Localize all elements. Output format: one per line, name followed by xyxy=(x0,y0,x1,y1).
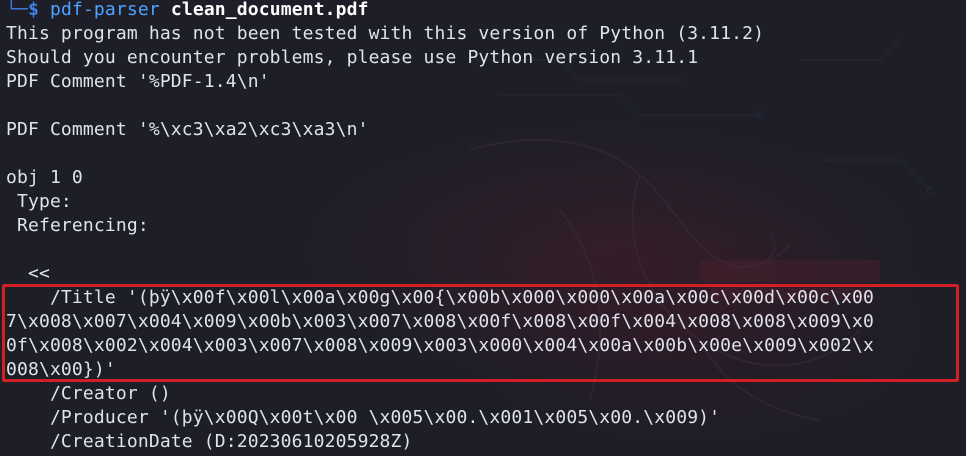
output-line-type: Type: xyxy=(6,191,83,212)
output-line-producer: /Producer '(þÿ\x00Q\x00t\x00 \x005\x00.\… xyxy=(6,407,721,428)
output-line-warning-2: Should you encounter problems, please us… xyxy=(6,47,699,68)
output-line-pdf-comment-2: PDF Comment '%\xc3\xa2\xc3\xa3\n' xyxy=(6,119,369,140)
output-line-creator: /Creator () xyxy=(6,383,171,404)
terminal-window[interactable]: └─$ pdf-parser clean_document.pdf This p… xyxy=(0,0,966,456)
command-name: pdf-parser xyxy=(49,0,160,20)
output-line-obj: obj 1 0 xyxy=(6,167,83,188)
output-line-pdf-comment-1: PDF Comment '%PDF-1.4\n' xyxy=(6,71,270,92)
prompt-branch: └─ xyxy=(6,0,28,20)
output-line-dict-open: << xyxy=(6,263,50,284)
prompt-symbol: $ xyxy=(27,0,39,20)
prompt-line: └─$ pdf-parser clean_document.pdf xyxy=(6,0,369,22)
output-line-referencing: Referencing: xyxy=(6,215,160,236)
output-line-creation-date: /CreationDate (D:20230610205928Z) xyxy=(6,431,413,452)
title-highlight-box xyxy=(2,284,959,382)
output-line-warning-1: This program has not been tested with th… xyxy=(6,23,765,44)
command-argument: clean_document.pdf xyxy=(170,0,369,20)
